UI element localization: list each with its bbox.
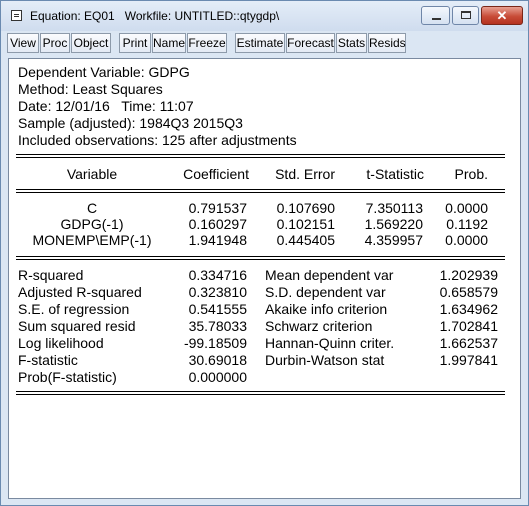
stat-value: 0.000000 xyxy=(188,369,247,385)
resids-button[interactable]: Resids xyxy=(368,33,406,53)
stat-value: 1.997841 xyxy=(439,352,498,368)
stat-label: Mean dependent var xyxy=(265,267,394,283)
maximize-button[interactable] xyxy=(452,6,479,25)
object-button[interactable]: Object xyxy=(71,33,111,53)
coef-std-error: 0.445405 xyxy=(276,232,335,248)
close-icon: ✕ xyxy=(496,8,508,23)
coef-value: 0.791537 xyxy=(188,200,247,216)
stat-label: Sum squared resid xyxy=(18,318,136,334)
output-panel[interactable]: Dependent Variable: GDPG Method: Least S… xyxy=(8,58,521,499)
rule-bottom-2 xyxy=(16,394,505,395)
rule-top-2 xyxy=(16,157,505,158)
coef-std-error: 0.107690 xyxy=(276,200,335,216)
stat-value: -99.18509 xyxy=(183,335,247,351)
stat-label: F-statistic xyxy=(18,352,78,368)
rule-header-1 xyxy=(16,189,505,190)
rule-bottom-1 xyxy=(16,391,505,392)
stat-label: R-squared xyxy=(18,267,84,283)
col-header-std-error: Std. Error xyxy=(275,166,335,182)
window-title: Equation: EQ01 Workfile: UNTITLED::qtygd… xyxy=(30,9,280,23)
method-line: Method: Least Squares xyxy=(18,81,163,97)
coef-variable: GDPG(-1) xyxy=(60,216,124,232)
forecast-button[interactable]: Forecast xyxy=(286,33,335,53)
stat-label: S.E. of regression xyxy=(18,301,130,317)
stat-label: S.D. dependent var xyxy=(265,284,386,300)
stat-label: Schwarz criterion xyxy=(265,318,373,334)
rule-middle-2 xyxy=(16,259,505,260)
stat-value: 35.78033 xyxy=(188,318,247,334)
coef-value: 0.160297 xyxy=(188,216,247,232)
minimize-button[interactable] xyxy=(421,6,450,25)
minimize-icon xyxy=(432,18,441,20)
dependent-variable-line: Dependent Variable: GDPG xyxy=(18,64,190,80)
window-menu-icon[interactable] xyxy=(11,10,22,21)
stat-label: Adjusted R-squared xyxy=(18,284,142,300)
stat-label: Akaike info criterion xyxy=(265,301,388,317)
freeze-button[interactable]: Freeze xyxy=(187,33,227,53)
col-header-prob: Prob. xyxy=(454,166,488,182)
coef-prob: 0.1192 xyxy=(446,216,488,232)
stats-button[interactable]: Stats xyxy=(336,33,367,53)
coef-variable: MONEMP\EMP(-1) xyxy=(32,232,152,248)
close-button[interactable]: ✕ xyxy=(481,6,523,25)
stat-value: 30.69018 xyxy=(188,352,247,368)
date-time-line: Date: 12/01/16 Time: 11:07 xyxy=(18,98,194,114)
view-button[interactable]: View xyxy=(7,33,39,53)
stat-value: 0.541555 xyxy=(188,301,247,317)
proc-button[interactable]: Proc xyxy=(40,33,70,53)
rule-header-2 xyxy=(16,192,505,193)
coef-variable: C xyxy=(86,200,98,216)
stat-label: Durbin-Watson stat xyxy=(265,352,385,368)
col-header-variable: Variable xyxy=(66,166,118,182)
stat-label: Prob(F-statistic) xyxy=(18,369,117,385)
coef-std-error: 0.102151 xyxy=(276,216,335,232)
col-header-coefficient: Coefficient xyxy=(183,166,249,182)
stat-value: 1.662537 xyxy=(439,335,498,351)
stat-value: 0.334716 xyxy=(188,267,247,283)
print-button[interactable]: Print xyxy=(119,33,151,53)
rule-middle-1 xyxy=(16,256,505,257)
stat-value: 1.634962 xyxy=(439,301,498,317)
title-bar[interactable]: Equation: EQ01 Workfile: UNTITLED::qtygd… xyxy=(1,1,528,31)
coef-prob: 0.0000 xyxy=(445,232,488,248)
stat-value: 1.202939 xyxy=(439,267,498,283)
observations-line: Included observations: 125 after adjustm… xyxy=(18,132,297,148)
stat-value: 1.702841 xyxy=(439,318,498,334)
name-button[interactable]: Name xyxy=(152,33,186,53)
toolbar: View Proc Object Print Name Freeze Estim… xyxy=(7,33,522,54)
sample-line: Sample (adjusted): 1984Q3 2015Q3 xyxy=(18,115,243,131)
estimate-button[interactable]: Estimate xyxy=(235,33,285,53)
stat-label: Log likelihood xyxy=(18,335,104,351)
stat-label: Hannan-Quinn criter. xyxy=(265,335,395,351)
coef-value: 1.941948 xyxy=(188,232,247,248)
stat-value: 0.658579 xyxy=(439,284,498,300)
maximize-icon xyxy=(461,11,471,19)
coef-prob: 0.0000 xyxy=(445,200,488,216)
equation-window: Equation: EQ01 Workfile: UNTITLED::qtygd… xyxy=(0,0,529,506)
rule-top-1 xyxy=(16,154,505,155)
stat-value: 0.323810 xyxy=(188,284,247,300)
